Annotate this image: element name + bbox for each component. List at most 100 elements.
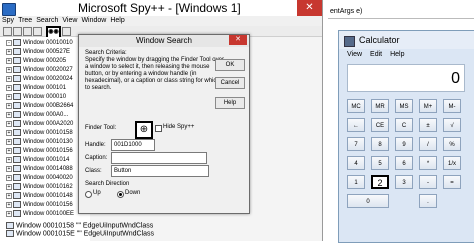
spy-close-button[interactable]: ✕ bbox=[297, 0, 322, 16]
calc-key-18[interactable]: * bbox=[419, 156, 437, 170]
tree-row[interactable]: + Window 000100EE bbox=[6, 210, 74, 218]
calc-key-7[interactable]: C bbox=[395, 118, 413, 132]
tree-row[interactable]: - Window 00010010 bbox=[6, 39, 73, 47]
tree-expander-icon[interactable]: + bbox=[6, 48, 12, 55]
down-radio[interactable] bbox=[117, 191, 124, 198]
calc-key-1[interactable]: MR bbox=[371, 99, 389, 113]
calc-key-16[interactable]: 5 bbox=[371, 156, 389, 170]
class-input[interactable]: Button bbox=[111, 165, 209, 177]
window-tree[interactable]: - Window 00010010 + Window 000527E + Window 0… bbox=[0, 37, 90, 241]
tree-expander-icon[interactable]: + bbox=[6, 156, 12, 163]
tree-row[interactable]: Window 00010158 "" EdgeUiInputWndClass bbox=[6, 222, 153, 230]
tree-expander-icon[interactable]: + bbox=[6, 102, 12, 109]
tree-row[interactable]: + Window 00010156 bbox=[6, 147, 73, 155]
hide-spy-checkbox[interactable] bbox=[155, 125, 162, 132]
calc-key-0[interactable]: MC bbox=[347, 99, 365, 113]
menu-search[interactable]: Search bbox=[36, 17, 58, 24]
tree-row[interactable]: + Window 000205 bbox=[6, 57, 66, 65]
menu-window[interactable]: Window bbox=[81, 17, 106, 24]
calc-key-20[interactable]: 1 bbox=[347, 175, 365, 189]
tree-row[interactable]: + Window 00020024 bbox=[6, 75, 73, 83]
tree-row[interactable]: + Window 000010 bbox=[6, 93, 66, 101]
menu-help[interactable]: Help bbox=[110, 17, 124, 24]
help-button[interactable]: Help bbox=[215, 97, 245, 109]
tree-expander-icon[interactable]: + bbox=[6, 93, 12, 100]
calc-key-24[interactable]: = bbox=[443, 175, 461, 189]
dialog-close-button[interactable]: ✕ bbox=[229, 35, 247, 45]
calc-key-14[interactable]: % bbox=[443, 137, 461, 151]
tree-row[interactable]: + Window 000B2664 bbox=[6, 102, 73, 110]
calc-key-22[interactable]: 3 bbox=[395, 175, 413, 189]
tree-row[interactable]: + Window 00014088 bbox=[6, 165, 73, 173]
tree-row[interactable]: + Window 00010130 bbox=[6, 138, 73, 146]
tree-expander-icon[interactable]: + bbox=[6, 75, 12, 82]
tree-row[interactable]: Window 0001015E "" EdgeUiInputWndClass bbox=[6, 230, 154, 238]
tree-row[interactable]: + Window 00010148 bbox=[6, 192, 73, 200]
calculator-titlebar[interactable]: Calculator bbox=[339, 31, 474, 49]
handle-input[interactable]: 001D1000 bbox=[111, 139, 155, 151]
toolbar-messages-icon[interactable] bbox=[33, 27, 42, 36]
tree-expander-icon[interactable]: + bbox=[6, 66, 12, 73]
calc-key-6[interactable]: CE bbox=[371, 118, 389, 132]
calc-key-12[interactable]: 9 bbox=[395, 137, 413, 151]
spy-titlebar[interactable]: Microsoft Spy++ - [Windows 1] ✕ bbox=[0, 0, 322, 16]
tree-expander-icon[interactable]: + bbox=[6, 183, 12, 190]
tree-expander-icon[interactable]: + bbox=[6, 138, 12, 145]
menu-tree[interactable]: Tree bbox=[18, 17, 32, 24]
toolbar-windows-icon[interactable] bbox=[3, 27, 12, 36]
tree-expander-icon[interactable]: + bbox=[6, 147, 12, 154]
calc-menu-edit[interactable]: Edit bbox=[370, 51, 382, 58]
tree-row-label: Window 000A0... bbox=[23, 112, 69, 119]
tree-expander-icon[interactable]: + bbox=[6, 174, 12, 181]
calc-menu-view[interactable]: View bbox=[347, 51, 362, 58]
calc-key-10[interactable]: 7 bbox=[347, 137, 365, 151]
tree-expander-icon[interactable]: + bbox=[6, 210, 12, 217]
up-radio[interactable] bbox=[85, 191, 92, 198]
tree-expander-icon[interactable]: + bbox=[6, 165, 12, 172]
menu-view[interactable]: View bbox=[62, 17, 77, 24]
calc-key-8[interactable]: ± bbox=[419, 118, 437, 132]
toolbar-processes-icon[interactable] bbox=[13, 27, 22, 36]
calc-key-3[interactable]: M+ bbox=[419, 99, 437, 113]
tree-row[interactable]: + Window 00010156 bbox=[6, 201, 73, 209]
menu-spy[interactable]: Spy bbox=[2, 17, 14, 24]
calc-key-19[interactable]: 1/x bbox=[443, 156, 461, 170]
calc-key-5[interactable]: ← bbox=[347, 118, 365, 132]
caption-input[interactable] bbox=[111, 152, 207, 164]
tree-expander-icon[interactable]: + bbox=[6, 57, 12, 64]
tree-row[interactable]: + Window 000101 bbox=[6, 84, 66, 92]
calc-menu-help[interactable]: Help bbox=[390, 51, 404, 58]
tree-row[interactable]: + Window 000527E bbox=[6, 48, 70, 56]
tree-row[interactable]: + Window 0001014 bbox=[6, 156, 69, 164]
tree-expander-icon[interactable]: - bbox=[6, 39, 12, 46]
window-icon bbox=[13, 39, 21, 46]
tree-row[interactable]: + Window 00010158 bbox=[6, 129, 73, 137]
calc-key-23[interactable]: - bbox=[419, 175, 437, 189]
tree-row[interactable]: + Window 00040020 bbox=[6, 174, 73, 182]
calc-key-15[interactable]: 4 bbox=[347, 156, 365, 170]
calc-key-static[interactable]: 0 bbox=[347, 194, 389, 208]
calc-key-17[interactable]: 6 bbox=[395, 156, 413, 170]
tree-row[interactable]: + Window 00020027 bbox=[6, 66, 73, 74]
toolbar-threads-icon[interactable] bbox=[23, 27, 32, 36]
ok-button[interactable]: OK bbox=[215, 59, 245, 71]
cancel-button[interactable]: Cancel bbox=[215, 77, 245, 89]
finder-tool-crosshair-icon[interactable]: ⊕ bbox=[135, 121, 153, 139]
toolbar-properties-icon[interactable] bbox=[62, 27, 71, 36]
calc-key-static[interactable]: . bbox=[419, 194, 437, 208]
calc-key-4[interactable]: M- bbox=[443, 99, 461, 113]
calc-key-21[interactable]: 2 bbox=[371, 175, 389, 189]
calc-key-13[interactable]: / bbox=[419, 137, 437, 151]
tree-row[interactable]: + Window 000A2020 bbox=[6, 120, 73, 128]
tree-expander-icon[interactable]: + bbox=[6, 201, 12, 208]
calc-key-11[interactable]: 8 bbox=[371, 137, 389, 151]
tree-expander-icon[interactable]: + bbox=[6, 192, 12, 199]
tree-expander-icon[interactable]: + bbox=[6, 84, 12, 91]
calc-key-2[interactable]: MS bbox=[395, 99, 413, 113]
tree-expander-icon[interactable]: + bbox=[6, 111, 12, 118]
calc-key-9[interactable]: √ bbox=[443, 118, 461, 132]
tree-expander-icon[interactable]: + bbox=[6, 120, 12, 127]
tree-row[interactable]: + Window 00010162 bbox=[6, 183, 73, 191]
tree-expander-icon[interactable]: + bbox=[6, 129, 12, 136]
tree-row[interactable]: + Window 000A0... bbox=[6, 111, 68, 119]
